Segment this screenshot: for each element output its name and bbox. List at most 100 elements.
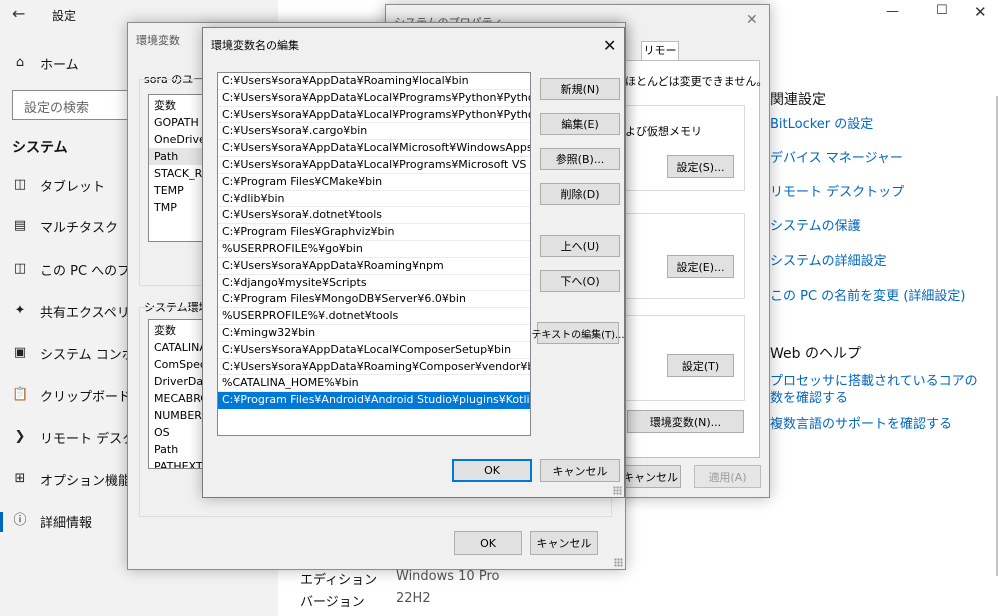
multitask-icon: ▤ — [13, 218, 27, 233]
close-icon[interactable]: ✕ — [746, 12, 758, 28]
edit-button[interactable]: 編集(E) — [540, 113, 620, 135]
nav-label: マルチタスク — [40, 220, 119, 236]
move-down-button[interactable]: 下へ(O) — [540, 270, 620, 292]
list-item[interactable]: MECABRC — [149, 390, 207, 407]
delete-button[interactable]: 削除(D) — [540, 183, 620, 205]
environment-variables-title: 環境変数 — [136, 34, 180, 47]
list-item[interactable]: OS — [149, 424, 207, 441]
settings-button-performance[interactable]: 設定(S)... — [667, 155, 734, 178]
list-item[interactable]: Path — [149, 441, 207, 458]
settings-button-profile[interactable]: 設定(E)... — [667, 255, 734, 278]
resize-grip[interactable] — [613, 486, 622, 495]
move-up-button[interactable]: 上へ(U) — [540, 235, 620, 257]
system-vars-list[interactable]: 変数 CATALINA_ ComSpec DriverData MECABRC … — [148, 319, 208, 469]
list-item[interactable]: C:¥Program Files¥Android¥Android Studio¥… — [218, 392, 530, 409]
list-item[interactable]: C:¥Program Files¥CMake¥bin — [218, 174, 530, 191]
rename-pc-link[interactable]: この PC の名前を変更 (詳細設定) — [770, 285, 965, 304]
nav-home-label: ホーム — [40, 57, 79, 73]
multilanguage-link[interactable]: 複数言語のサポートを確認する — [770, 413, 952, 432]
components-icon: ▣ — [13, 345, 27, 360]
close-icon[interactable]: ✕ — [974, 3, 987, 21]
cancel-button[interactable]: キャンセル — [620, 465, 681, 488]
advanced-system-link[interactable]: システムの詳細設定 — [770, 250, 887, 269]
edit-variable-title: 環境変数名の編集 — [211, 39, 299, 52]
browse-button[interactable]: 参照(B)... — [540, 148, 620, 170]
envvars-cancel-button[interactable]: キャンセル — [530, 531, 598, 555]
performance-text: よび仮想メモリ — [625, 125, 702, 138]
tab-remote[interactable]: リモート — [641, 41, 679, 75]
list-item[interactable]: ComSpec — [149, 356, 207, 373]
edit-text-button[interactable]: テキストの編集(T)... — [531, 322, 625, 344]
list-item[interactable]: C:¥Users¥sora¥AppData¥Roaming¥npm — [218, 258, 530, 275]
list-item[interactable]: C:¥Program Files¥MongoDB¥Server¥6.0¥bin — [218, 291, 530, 309]
remote-desktop-link[interactable]: リモート デスクトップ — [770, 181, 904, 200]
list-item[interactable]: GOPATH — [149, 114, 207, 131]
list-item[interactable]: C:¥django¥mysite¥Scripts — [218, 275, 530, 292]
nav-label: オプション機能 — [40, 473, 132, 489]
list-item[interactable]: C:¥Users¥sora¥.dotnet¥tools — [218, 207, 530, 225]
resize-grip[interactable] — [614, 558, 623, 567]
list-item[interactable]: C:¥Users¥sora¥AppData¥Local¥Programs¥Mic… — [218, 157, 530, 174]
list-item[interactable]: C:¥Users¥sora¥AppData¥Roaming¥local¥bin — [218, 73, 530, 90]
related-settings-heading: 関連設定 — [770, 92, 826, 108]
search-input-placeholder: 設定の検索 — [24, 101, 90, 116]
scrollbar[interactable] — [996, 96, 998, 576]
list-item[interactable]: C:¥Users¥sora¥AppData¥Local¥Programs¥Pyt… — [218, 90, 530, 107]
back-arrow-icon[interactable]: ← — [12, 4, 25, 23]
apply-button[interactable]: 適用(A) — [694, 465, 761, 488]
list-item[interactable]: C:¥Users¥sora¥AppData¥Local¥ComposerSetu… — [218, 342, 530, 359]
list-item[interactable]: C:¥mingw32¥bin — [218, 325, 530, 342]
cancel-button[interactable]: キャンセル — [540, 459, 620, 482]
nav-label: クリップボード — [40, 389, 132, 405]
list-item[interactable]: TEMP — [149, 182, 207, 199]
cpu-cores-link[interactable]: プロセッサに搭載されているコアの数を確認する — [770, 373, 984, 407]
tablet-icon: ◫ — [13, 177, 27, 192]
device-manager-link[interactable]: デバイス マネージャー — [770, 147, 903, 166]
system-protection-link[interactable]: システムの保護 — [770, 215, 861, 234]
list-item[interactable]: %USERPROFILE%¥.dotnet¥tools — [218, 308, 530, 325]
edit-variable-dialog: 環境変数名の編集 ✕ C:¥Users¥sora¥AppData¥Roaming… — [202, 27, 625, 498]
version-value: 22H2 — [396, 591, 431, 606]
maximize-icon[interactable]: ☐ — [936, 3, 948, 18]
list-item[interactable]: C:¥Users¥sora¥.cargo¥bin — [218, 123, 530, 141]
performance-group — [619, 105, 745, 191]
user-vars-list[interactable]: 変数 GOPATH OneDrive Path STACK_RO TEMP TM… — [148, 94, 208, 242]
environment-variables-button[interactable]: 環境変数(N)... — [627, 410, 744, 433]
list-item[interactable]: PATHEXT — [149, 458, 207, 468]
section-title: システム — [12, 140, 68, 156]
web-help-heading: Web のヘルプ — [770, 346, 861, 362]
shared-icon: ✦ — [14, 303, 26, 318]
home-icon: ⌂ — [15, 55, 25, 70]
list-item[interactable]: TMP — [149, 199, 207, 216]
clipboard-icon: 📋 — [12, 387, 29, 402]
list-item[interactable]: %CATALINA_HOME%¥bin — [218, 375, 530, 393]
settings-title: 設定 — [52, 9, 77, 23]
envvars-ok-button[interactable]: OK — [454, 531, 522, 555]
list-item[interactable]: OneDrive — [149, 131, 207, 148]
version-label: バージョン — [300, 595, 365, 610]
list-item[interactable]: %USERPROFILE%¥go¥bin — [218, 241, 530, 258]
list-item[interactable]: C:¥Users¥sora¥AppData¥Local¥Programs¥Pyt… — [218, 107, 530, 124]
list-item[interactable]: C:¥Users¥sora¥AppData¥Local¥Microsoft¥Wi… — [218, 140, 530, 157]
list-item[interactable]: NUMBER_O — [149, 407, 207, 424]
close-icon[interactable]: ✕ — [603, 38, 616, 54]
minimize-icon[interactable]: — — [886, 4, 899, 19]
list-item[interactable]: Path — [149, 148, 207, 165]
list-header: 変数 — [154, 99, 176, 112]
info-icon: ⓘ — [13, 513, 27, 528]
list-item[interactable]: DriverData — [149, 373, 207, 390]
settings-button-startup[interactable]: 設定(T) — [667, 354, 734, 377]
remote-desktop-icon: ❯ — [14, 429, 26, 444]
list-item[interactable]: CATALINA_ — [149, 339, 207, 356]
list-item[interactable]: STACK_RO — [149, 165, 207, 182]
projection-icon: ◫ — [13, 261, 27, 276]
path-list[interactable]: C:¥Users¥sora¥AppData¥Roaming¥local¥bin C… — [217, 72, 531, 436]
new-button[interactable]: 新規(N) — [540, 78, 620, 100]
bitlocker-link[interactable]: BitLocker の設定 — [770, 113, 873, 132]
nav-label: タブレット — [40, 179, 106, 195]
list-item[interactable]: C:¥dlib¥bin — [218, 191, 530, 208]
ok-button[interactable]: OK — [452, 459, 532, 482]
list-item[interactable]: C:¥Users¥sora¥AppData¥Roaming¥Composer¥v… — [218, 359, 530, 376]
list-item[interactable]: C:¥Program Files¥Graphviz¥bin — [218, 224, 530, 241]
edition-label: エディション — [300, 573, 378, 588]
